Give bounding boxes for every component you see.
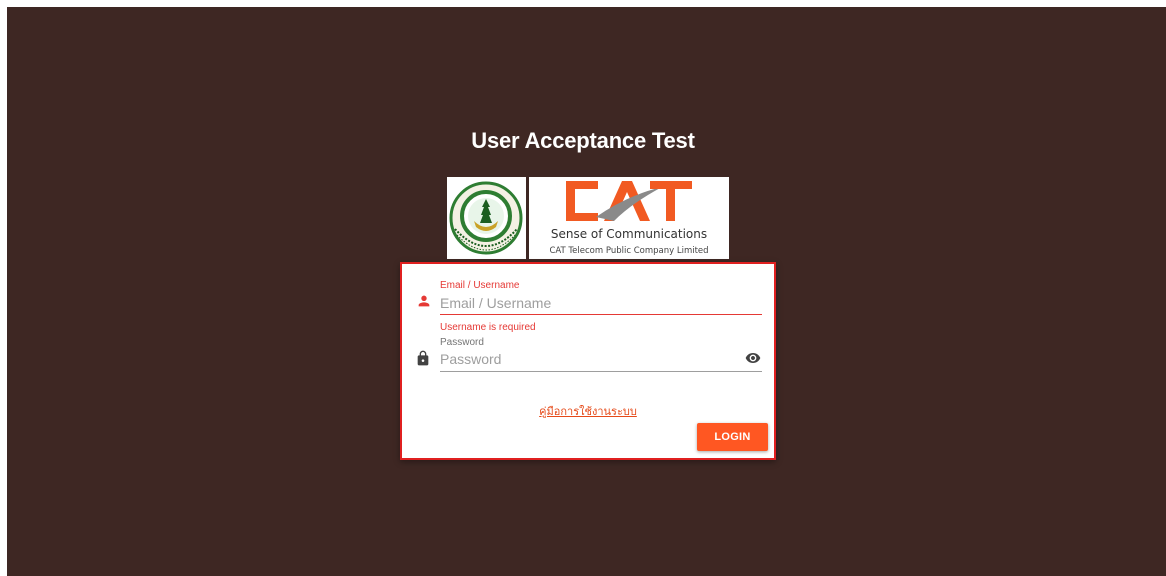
login-card: Email / Username Username is required Pa…: [400, 262, 776, 460]
password-underline: [440, 371, 762, 372]
cat-company-name: CAT Telecom Public Company Limited: [549, 246, 709, 256]
user-manual-link[interactable]: คู่มือการใช้งานระบบ: [402, 402, 774, 420]
ministry-logo: [447, 177, 526, 259]
login-button[interactable]: LOGIN: [697, 423, 768, 451]
logo-strip: Sense of Communications CAT Telecom Publ…: [447, 177, 729, 259]
person-icon: [416, 293, 432, 309]
cat-wordmark-icon: [566, 181, 692, 221]
page-title: User Acceptance Test: [471, 128, 695, 153]
password-input[interactable]: [440, 350, 735, 368]
cat-tagline: Sense of Communications: [550, 227, 708, 241]
lock-icon: [415, 349, 431, 366]
ministry-digital-economy-seal-icon: [449, 181, 523, 255]
username-label: Email / Username: [440, 280, 520, 291]
username-input[interactable]: [440, 294, 760, 312]
password-label: Password: [440, 337, 484, 348]
eye-icon[interactable]: [744, 350, 761, 366]
cat-telecom-logo: Sense of Communications CAT Telecom Publ…: [529, 177, 729, 259]
username-error: Username is required: [440, 322, 536, 333]
username-underline: [440, 314, 762, 315]
